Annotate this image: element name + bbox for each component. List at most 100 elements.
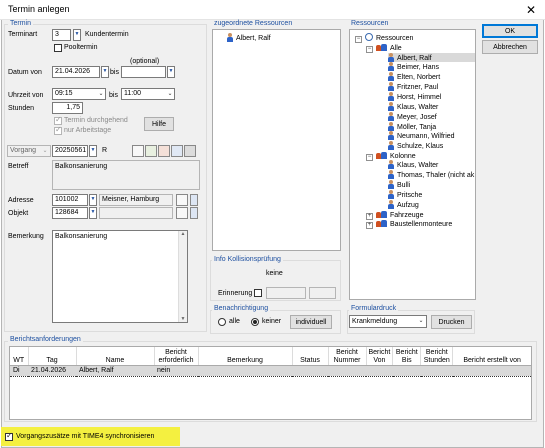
- terminart-label: Terminart: [8, 31, 38, 38]
- chevron-down-icon: ▼: [90, 196, 96, 202]
- datum-von-input[interactable]: 21.04.2026: [52, 66, 100, 78]
- bemerkung-scrollbar[interactable]: ▲ ▼: [178, 231, 187, 322]
- tree-item-label: Klaus, Walter: [397, 104, 439, 111]
- copy-icon[interactable]: [171, 145, 183, 157]
- col-header[interactable]: WT: [10, 347, 29, 366]
- adresse-lookup-button[interactable]: ▼: [89, 194, 97, 206]
- adresse-input[interactable]: 101002: [52, 194, 88, 206]
- assigned-list[interactable]: Albert, Ralf: [212, 29, 341, 251]
- tree-item-label: Fritzner, Paul: [397, 84, 439, 91]
- ok-button[interactable]: OK: [482, 24, 538, 38]
- col-header[interactable]: Bericht erstellt von: [452, 347, 531, 366]
- pooltermin-checkbox[interactable]: [54, 44, 62, 52]
- group-icon: [376, 210, 387, 218]
- sync-checkbox[interactable]: [5, 431, 13, 441]
- erinnerung-time[interactable]: [309, 287, 336, 299]
- col-header[interactable]: Bericht Bis: [392, 347, 422, 366]
- col-header[interactable]: Bericht Nummer: [328, 347, 367, 366]
- person-icon: [388, 102, 394, 111]
- berichte-table[interactable]: WT Tag Name Bericht erforderlich Bemerku…: [10, 347, 531, 377]
- bemerkung-label: Bemerkung: [8, 233, 44, 240]
- objekt-input[interactable]: 128684: [52, 207, 88, 219]
- erinnerung-label: Erinnerung: [218, 290, 253, 297]
- tree-item[interactable]: Schulze, Klaus: [388, 141, 443, 150]
- col-header[interactable]: Status: [292, 347, 329, 366]
- arbeitstage-checkbox[interactable]: [54, 125, 62, 135]
- close-icon[interactable]: ✕: [521, 1, 541, 19]
- tree-item-label: Schulze, Klaus: [397, 143, 444, 150]
- tree-item[interactable]: Fritzner, Paul: [388, 82, 438, 91]
- print-icon[interactable]: [184, 145, 196, 157]
- col-header[interactable]: Bericht erforderlich: [154, 347, 199, 366]
- group-icon: [376, 151, 387, 159]
- bemerkung-textarea[interactable]: Balkonsanierung: [52, 230, 188, 323]
- datum-bis-input[interactable]: [121, 66, 166, 78]
- vorgang-lookup-button[interactable]: ▼: [89, 145, 97, 157]
- info-icon[interactable]: [190, 207, 198, 219]
- tree-item[interactable]: Thomas, Thaler (nicht ak: [388, 170, 474, 179]
- tree-item-selected[interactable]: Albert, Ralf: [388, 53, 475, 62]
- datum-bis-label: bis: [110, 69, 119, 76]
- erinnerung-date[interactable]: [266, 287, 306, 299]
- info-icon[interactable]: [190, 194, 198, 206]
- individuell-button[interactable]: individuell: [290, 315, 332, 329]
- address-book-icon[interactable]: [176, 194, 188, 206]
- col-header[interactable]: Tag: [28, 347, 77, 366]
- tree-group[interactable]: − Alle: [366, 43, 402, 53]
- col-header[interactable]: Bericht Stunden: [420, 347, 454, 366]
- tree-item[interactable]: Meyer, Josef: [388, 112, 437, 121]
- datum-label: Datum von: [8, 69, 42, 76]
- objekt-lookup-button[interactable]: ▼: [89, 207, 97, 219]
- tree-item[interactable]: Neumann, Wilfried: [388, 131, 455, 140]
- tree-item[interactable]: Pritsche: [388, 190, 422, 199]
- radio-keiner[interactable]: [251, 318, 259, 326]
- tree-item[interactable]: Elten, Norbert: [388, 72, 440, 81]
- tree-item[interactable]: Aufzug: [388, 200, 419, 209]
- col-header[interactable]: Name: [76, 347, 155, 366]
- tree-item[interactable]: Horst, Himmel: [388, 92, 441, 101]
- abbrechen-button[interactable]: Abbrechen: [482, 40, 538, 54]
- address-book-icon[interactable]: [176, 207, 188, 219]
- radio-alle[interactable]: [218, 318, 226, 326]
- tree-group[interactable]: + Baustellenmonteure: [366, 219, 452, 229]
- tree-root[interactable]: − Ressourcen: [355, 33, 413, 43]
- col-header[interactable]: Bemerkung: [198, 347, 293, 366]
- window-title: Termin anlegen: [8, 4, 70, 14]
- tree-item-label: Bulli: [397, 182, 411, 189]
- tree-item[interactable]: Klaus, Walter: [388, 102, 438, 111]
- person-icon: [388, 170, 394, 179]
- expand-icon: +: [366, 222, 373, 229]
- datum-von-calendar-button[interactable]: ▼: [101, 66, 109, 78]
- berichte-table-panel: WT Tag Name Bericht erforderlich Bemerku…: [9, 346, 532, 420]
- hilfe-button[interactable]: Hilfe: [144, 117, 174, 131]
- pdf-icon[interactable]: [158, 145, 170, 157]
- terminart-input[interactable]: 3: [52, 29, 71, 41]
- group-icon: [376, 219, 387, 227]
- betreff-textarea[interactable]: Balkonsanierung: [52, 160, 200, 190]
- table-cell: [452, 364, 531, 377]
- document-icon[interactable]: [132, 145, 144, 157]
- drucken-button[interactable]: Drucken: [431, 315, 472, 329]
- tree-item[interactable]: Möller, Tanja: [388, 122, 436, 131]
- table-cell: [366, 364, 393, 377]
- terminart-lookup-button[interactable]: ▼: [73, 29, 81, 41]
- tree-item[interactable]: Klaus, Walter: [388, 160, 438, 169]
- resources-tree[interactable]: − Ressourcen − Alle Albert, Ralf Beimer, H…: [349, 29, 476, 300]
- vorgang-input[interactable]: 20250561: [52, 145, 88, 157]
- radio-keiner-label: keiner: [262, 318, 282, 325]
- list-item[interactable]: Albert, Ralf: [227, 33, 271, 42]
- globe-icon: [365, 33, 373, 41]
- chevron-down-icon: ▼: [90, 147, 96, 153]
- table-row[interactable]: Di 21.04.2026 Albert, Ralf nein: [10, 364, 531, 377]
- tree-item-label: Meyer, Josef: [397, 114, 437, 121]
- datum-bis-calendar-button[interactable]: ▼: [167, 66, 175, 78]
- chevron-down-icon: ▼: [74, 31, 80, 37]
- durchgehend-checkbox[interactable]: [54, 115, 62, 125]
- col-header[interactable]: Bericht Von: [366, 347, 394, 366]
- tree-item[interactable]: Bulli: [388, 180, 410, 189]
- erinnerung-checkbox[interactable]: [254, 289, 262, 297]
- stunden-input[interactable]: 1,75: [52, 102, 83, 114]
- edit-document-icon[interactable]: [145, 145, 157, 157]
- assigned-title: zugeordnete Ressourcen: [212, 20, 295, 27]
- tree-item[interactable]: Beimer, Hans: [388, 62, 439, 71]
